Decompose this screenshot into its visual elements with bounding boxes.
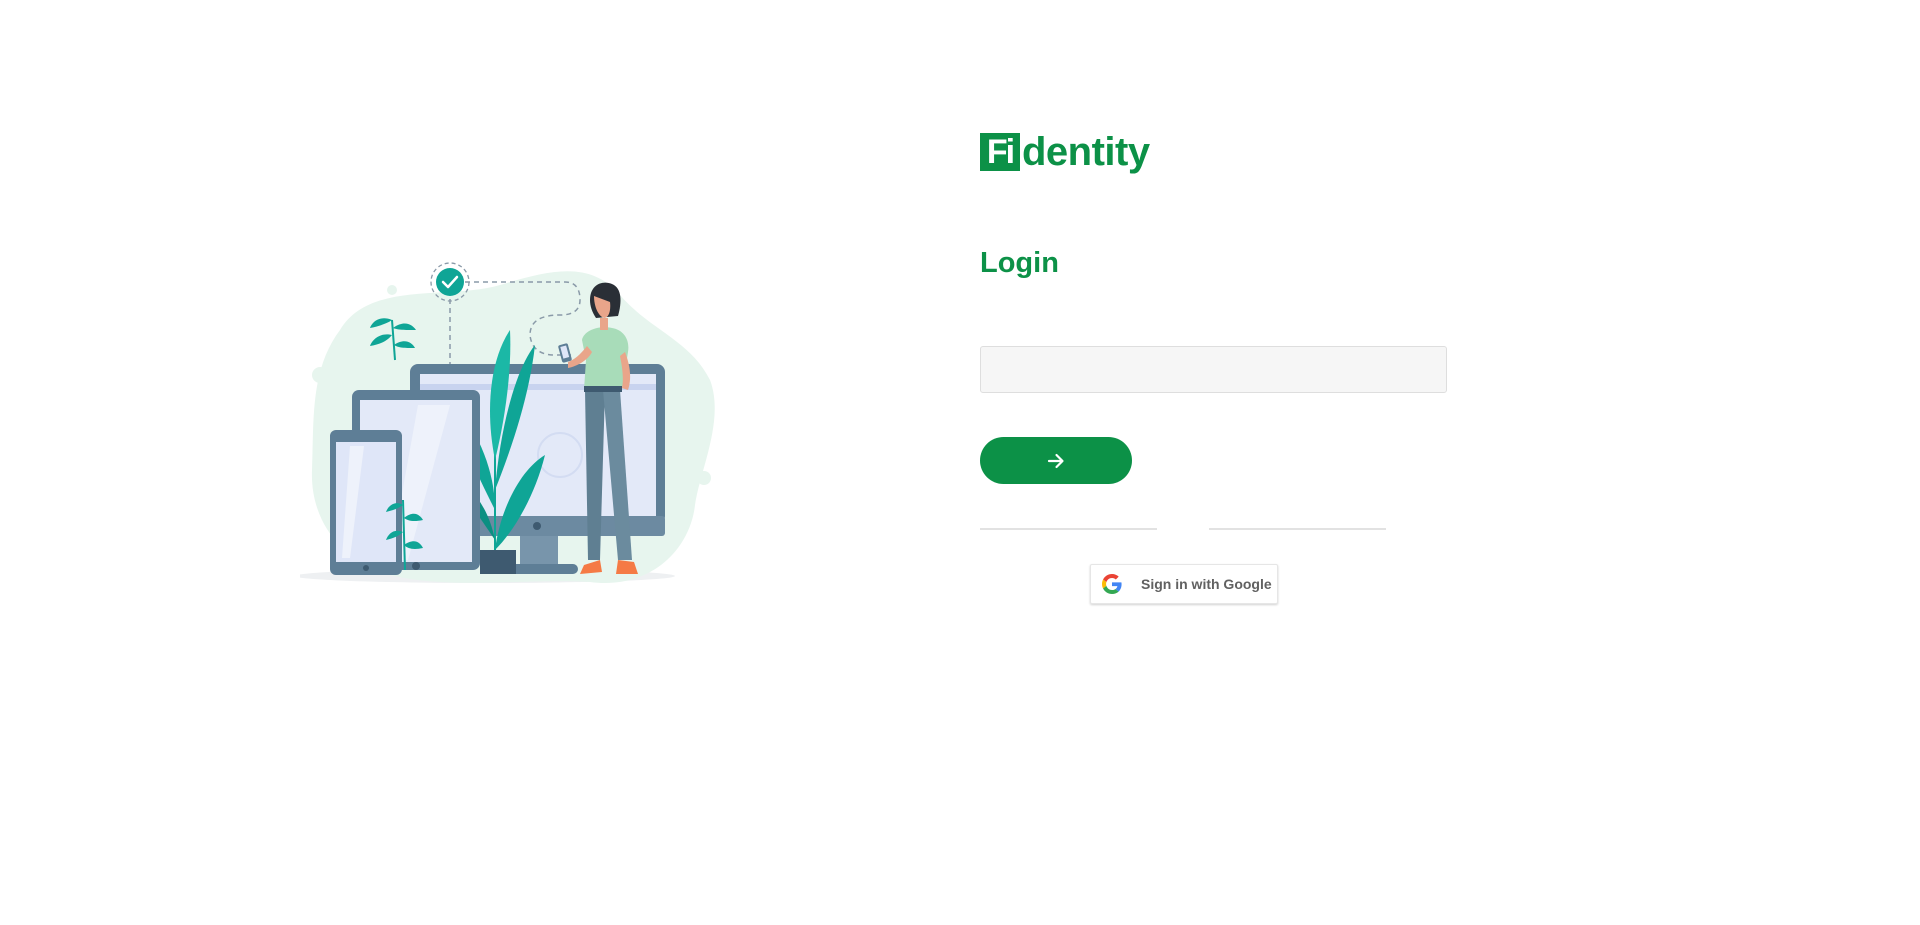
google-g-icon xyxy=(1102,574,1122,594)
logo-wordmark: dentity xyxy=(1022,130,1150,174)
logo-mark: Fi xyxy=(980,133,1020,171)
arrow-right-icon xyxy=(1046,451,1066,471)
divider-line-left xyxy=(980,528,1157,530)
submit-button[interactable] xyxy=(980,437,1132,484)
identifier-input[interactable] xyxy=(980,346,1447,393)
or-divider xyxy=(980,528,1386,530)
google-signin-button[interactable]: Sign in with Google xyxy=(1090,564,1278,604)
check-circle-icon xyxy=(430,262,470,302)
divider-line-right xyxy=(1209,528,1386,530)
page-title: Login xyxy=(980,247,1059,279)
google-signin-label: Sign in with Google xyxy=(1141,576,1272,592)
login-form: Fi dentity Login Sign in with Google xyxy=(980,130,1450,604)
brand-logo: Fi dentity xyxy=(980,130,1450,174)
login-page: Fi dentity Login Sign in with Google xyxy=(0,0,1920,925)
login-illustration xyxy=(295,260,720,605)
